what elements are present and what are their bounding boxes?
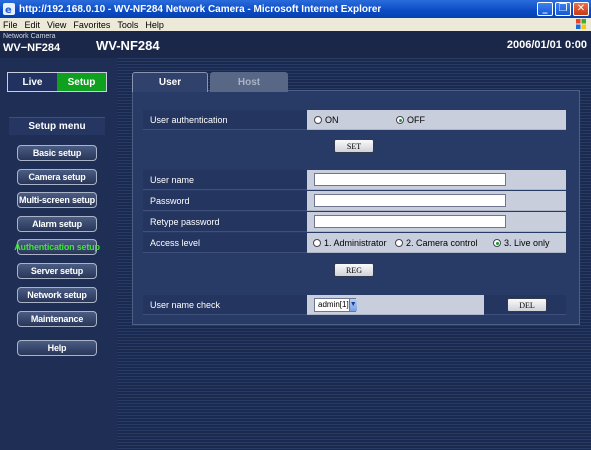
auth-off-radio[interactable]: OFF bbox=[396, 115, 425, 125]
user-name-input[interactable] bbox=[314, 173, 506, 186]
window-title: http://192.168.0.10 - WV-NF284 Network C… bbox=[19, 3, 382, 15]
window-titlebar: e http://192.168.0.10 - WV-NF284 Network… bbox=[0, 0, 591, 18]
auth-off-label: OFF bbox=[407, 114, 425, 125]
ie-icon: e bbox=[3, 3, 15, 15]
access-camera-control-label: 2. Camera control bbox=[406, 237, 478, 248]
user-name-row: User name bbox=[143, 170, 566, 190]
minimize-button[interactable]: _ bbox=[537, 2, 553, 16]
help-button[interactable]: Help bbox=[17, 340, 97, 356]
menu-bar: File Edit View Favorites Tools Help bbox=[0, 18, 591, 31]
setup-menu-title: Setup menu bbox=[9, 117, 105, 135]
windows-logo-icon bbox=[576, 19, 586, 29]
user-name-select[interactable]: admin[1] ▼ bbox=[314, 297, 357, 312]
radio-selected-icon bbox=[493, 238, 501, 247]
access-administrator-radio[interactable]: 1. Administrator bbox=[313, 238, 395, 248]
sidebar-item-multi-screen-setup[interactable]: Multi-screen setup bbox=[17, 192, 97, 208]
user-authentication-row: User authentication ON OFF bbox=[143, 110, 566, 130]
user-authentication-label: User authentication bbox=[143, 110, 307, 130]
chevron-down-icon: ▼ bbox=[348, 298, 357, 311]
menu-help[interactable]: Help bbox=[145, 20, 164, 30]
radio-circle-icon bbox=[395, 238, 403, 247]
datetime-display: 2006/01/01 0:00 bbox=[506, 39, 587, 51]
sidebar-item-camera-setup[interactable]: Camera setup bbox=[17, 169, 97, 185]
password-input[interactable] bbox=[314, 194, 506, 207]
svg-text:e: e bbox=[5, 5, 12, 15]
user-name-check-row: User name check admin[1] ▼ bbox=[143, 295, 566, 315]
setup-button[interactable]: Setup bbox=[57, 73, 106, 91]
password-row: Password bbox=[143, 191, 566, 211]
menu-edit[interactable]: Edit bbox=[25, 20, 41, 30]
tab-user[interactable]: User bbox=[132, 72, 208, 92]
sidebar-item-server-setup[interactable]: Server setup bbox=[17, 263, 97, 279]
menu-favorites[interactable]: Favorites bbox=[73, 20, 110, 30]
retype-password-row: Retype password bbox=[143, 212, 566, 232]
window-controls: _ ❐ ✕ bbox=[537, 2, 589, 16]
radio-circle-icon bbox=[313, 238, 321, 247]
access-level-label: Access level bbox=[143, 233, 307, 253]
access-level-row: Access level 1. Administrator 2. Camera … bbox=[143, 233, 566, 253]
brand-label: Network Camera bbox=[3, 33, 56, 40]
set-button[interactable]: SET bbox=[334, 139, 374, 153]
access-camera-control-radio[interactable]: 2. Camera control bbox=[395, 238, 493, 248]
user-name-select-value: admin[1] bbox=[318, 300, 349, 309]
password-label: Password bbox=[143, 191, 307, 211]
access-live-only-label: 3. Live only bbox=[504, 237, 550, 248]
access-live-only-radio[interactable]: 3. Live only bbox=[493, 238, 550, 248]
page-title: WV-NF284 bbox=[96, 38, 160, 53]
tab-host[interactable]: Host bbox=[210, 72, 288, 92]
live-button[interactable]: Live bbox=[8, 73, 57, 91]
retype-password-input[interactable] bbox=[314, 215, 506, 228]
user-name-check-label: User name check bbox=[143, 295, 307, 315]
close-button[interactable]: ✕ bbox=[573, 2, 589, 16]
reg-button[interactable]: REG bbox=[334, 263, 374, 277]
mode-toggle: Live Setup bbox=[7, 72, 107, 92]
sidebar-item-alarm-setup[interactable]: Alarm setup bbox=[17, 216, 97, 232]
del-button[interactable]: DEL bbox=[507, 298, 547, 312]
auth-on-label: ON bbox=[325, 114, 339, 125]
model-label-small: WV−NF284 bbox=[3, 42, 61, 54]
menu-tools[interactable]: Tools bbox=[117, 20, 138, 30]
camera-header: Network Camera WV−NF284 WV-NF284 2006/01… bbox=[0, 31, 591, 58]
retype-password-label: Retype password bbox=[143, 212, 307, 232]
sidebar-item-network-setup[interactable]: Network setup bbox=[17, 287, 97, 303]
sidebar-item-maintenance[interactable]: Maintenance bbox=[17, 311, 97, 327]
radio-selected-icon bbox=[396, 115, 404, 124]
browser-window: e http://192.168.0.10 - WV-NF284 Network… bbox=[0, 0, 591, 450]
sidebar-item-authentication-setup[interactable]: Authentication setup bbox=[14, 239, 100, 255]
restore-button[interactable]: ❐ bbox=[555, 2, 571, 16]
sidebar-item-basic-setup[interactable]: Basic setup bbox=[17, 145, 97, 161]
menu-file[interactable]: File bbox=[3, 20, 18, 30]
auth-on-radio[interactable]: ON bbox=[314, 115, 396, 125]
access-administrator-label: 1. Administrator bbox=[324, 237, 387, 248]
menu-view[interactable]: View bbox=[47, 20, 66, 30]
user-name-label: User name bbox=[143, 170, 307, 190]
radio-circle-icon bbox=[314, 115, 322, 124]
